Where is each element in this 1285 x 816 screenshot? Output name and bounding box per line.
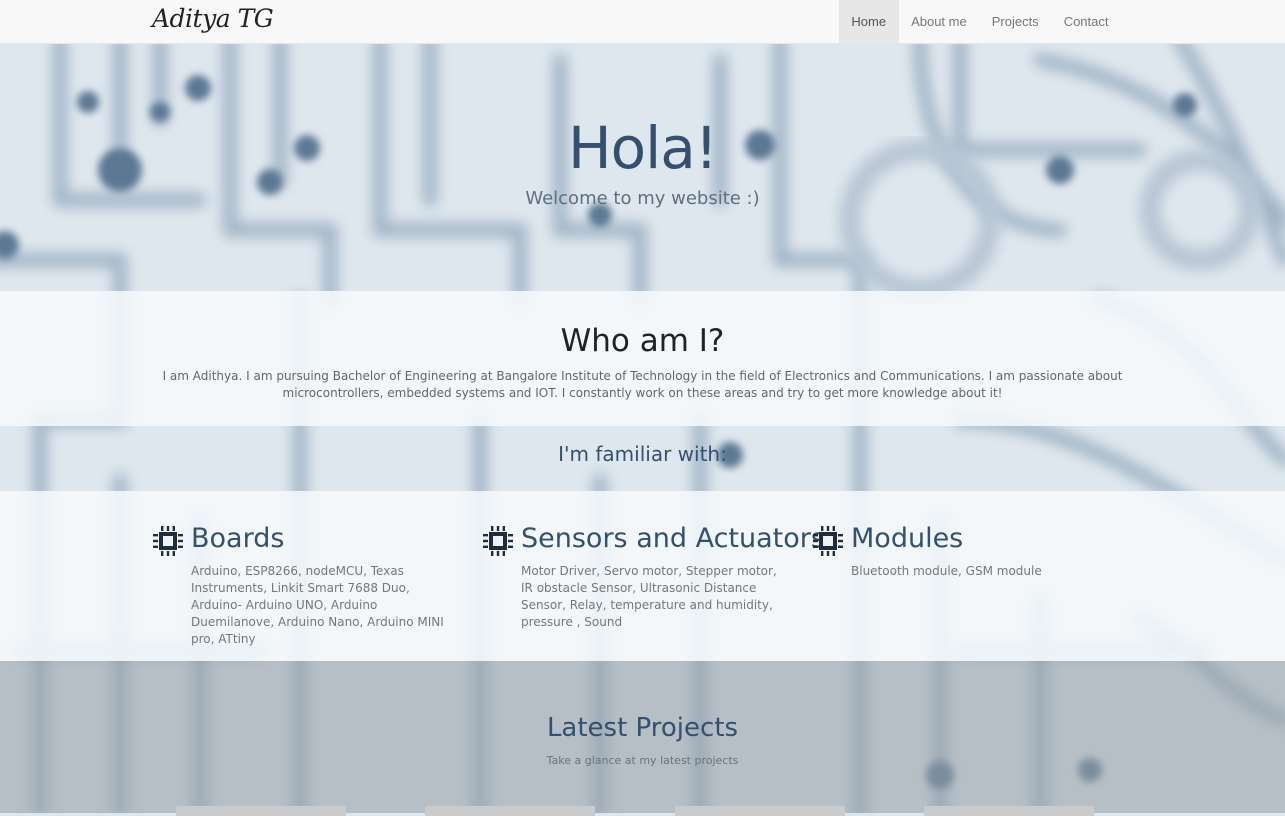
skill-title: Sensors and Actuators: [521, 523, 825, 554]
skill-title: Modules: [851, 523, 964, 554]
familiar-title: I'm familiar with:: [558, 442, 727, 466]
project-card[interactable]: [176, 806, 346, 816]
project-card[interactable]: [675, 806, 845, 816]
about-title: Who am I?: [560, 323, 725, 359]
skill-title: Boards: [191, 523, 285, 554]
familiar-section: I'm familiar with:: [0, 426, 1285, 491]
skill-text: Bluetooth module, GSM module: [851, 564, 1042, 578]
latest-projects-section: Latest Projects Take a glance at my late…: [0, 661, 1285, 816]
latest-projects-title: Latest Projects: [546, 713, 739, 743]
brand-logo-link[interactable]: Aditya TG: [152, 4, 274, 33]
nav-projects-link[interactable]: Projects: [979, 0, 1051, 43]
skills-section: Boards Arduino, ESP8266, nodeMCU, Texas …: [0, 491, 1285, 661]
nav-contact-link[interactable]: Contact: [1051, 0, 1121, 43]
hero-section: Hola! Welcome to my website :): [0, 44, 1285, 291]
skill-text: Motor Driver, Servo motor, Stepper motor…: [521, 564, 777, 629]
hero-subtitle: Welcome to my website :): [525, 188, 760, 209]
top-navbar: Aditya TG Home About me Projects Contact: [0, 0, 1285, 44]
about-text: I am Adithya. I am pursuing Bachelor of …: [162, 369, 1123, 400]
latest-projects-subtitle: Take a glance at my latest projects: [546, 754, 739, 767]
skill-text: Arduino, ESP8266, nodeMCU, Texas Instrum…: [191, 564, 444, 646]
nav-menu: Home About me Projects Contact: [838, 0, 1121, 43]
chip-icon: [483, 526, 513, 556]
project-card[interactable]: [924, 806, 1094, 816]
nav-home-link[interactable]: Home: [838, 0, 899, 43]
chip-icon: [153, 526, 183, 556]
about-section: Who am I? I am Adithya. I am pursuing Ba…: [0, 291, 1285, 426]
chip-icon: [813, 526, 843, 556]
nav-about-link[interactable]: About me: [899, 0, 980, 43]
hero-title: Hola!: [567, 114, 718, 182]
project-card[interactable]: [425, 806, 595, 816]
